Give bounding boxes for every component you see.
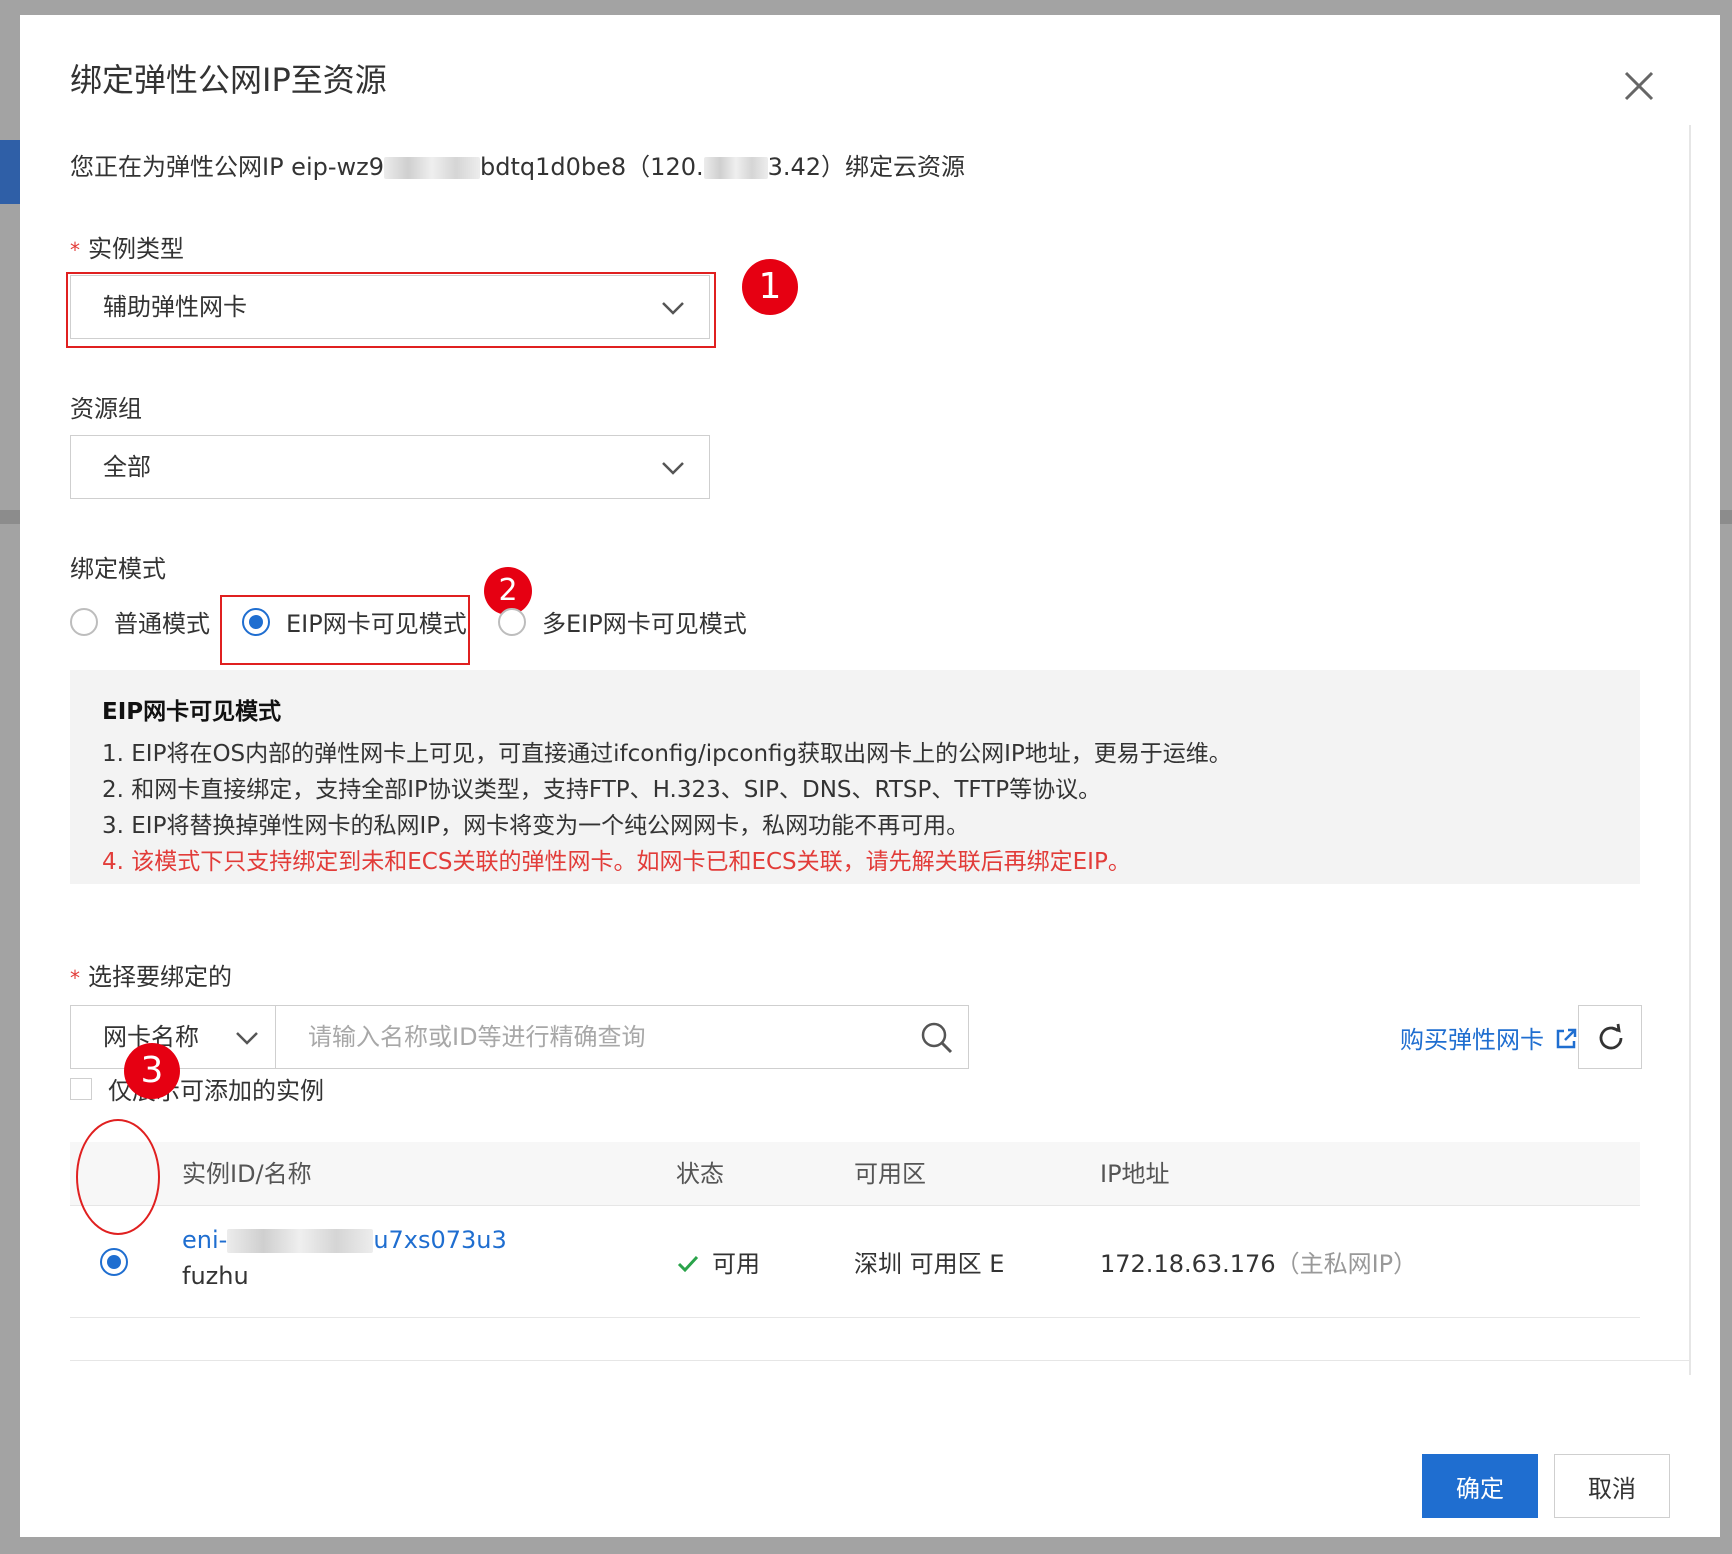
- ip-cell: 172.18.63.176（主私网IP）: [1100, 1244, 1417, 1279]
- dialog-body: 您正在为弹性公网IP eip-wz9 bdtq1d0be8（120. 3.42）绑定…: [66, 125, 1691, 1385]
- resource-group-label: 资源组: [70, 395, 142, 423]
- annotation-badge-3: 3: [124, 1043, 180, 1099]
- resource-group-value: 全部: [103, 453, 151, 481]
- eip-info-mid: bdtq1d0be8（120.: [480, 153, 704, 181]
- zone-cell: 深圳 可用区 E: [854, 1250, 1005, 1278]
- annotation-box-1: [66, 272, 716, 348]
- notice-line: 2. 和网卡直接绑定，支持全部IP协议类型，支持FTP、H.323、SIP、DN…: [102, 777, 1102, 803]
- bind-eip-dialog: 绑定弹性公网IP至资源 您正在为弹性公网IP eip-wz9 bdtq1d0be8…: [20, 15, 1720, 1537]
- refresh-icon: [1599, 1023, 1623, 1050]
- eip-info-text: 您正在为弹性公网IP eip-wz9 bdtq1d0be8（120. 3.42）绑定…: [70, 147, 965, 182]
- close-icon: [1624, 71, 1654, 101]
- table-bottom-border: [70, 1360, 1690, 1361]
- background-divider: [1720, 510, 1732, 524]
- search-input[interactable]: [275, 1005, 969, 1069]
- instance-id-prefix: eni-: [182, 1226, 228, 1254]
- redacted-blur: [384, 157, 481, 179]
- radio-label: 普通模式: [114, 610, 210, 638]
- mode-description-panel: EIP网卡可见模式 1. EIP将在OS内部的弹性网卡上可见，可直接通过ifco…: [70, 670, 1640, 884]
- checkbox-box: [70, 1077, 92, 1100]
- notice-warning: 4. 该模式下只支持绑定到未和ECS关联的弹性网卡。如网卡已和ECS关联，请先解…: [102, 849, 1131, 875]
- dialog-title: 绑定弹性公网IP至资源: [70, 61, 387, 99]
- background-divider: [0, 510, 22, 524]
- annotation-badge-1: 1: [742, 259, 798, 315]
- notice-line: 3. EIP将替换掉弹性网卡的私网IP，网卡将变为一个纯公网网卡，私网功能不再可…: [102, 813, 970, 839]
- instance-type-label: * 实例类型: [70, 229, 184, 264]
- eip-info-suffix: 3.42）绑定云资源: [767, 153, 966, 181]
- instance-type-label-text: 实例类型: [88, 235, 184, 263]
- chevron-down-icon: [236, 1032, 258, 1045]
- status-cell: 可用: [676, 1244, 760, 1279]
- only-addable-checkbox[interactable]: 仅展示可添加的实例: [70, 1071, 324, 1106]
- confirm-button[interactable]: 确定: [1422, 1454, 1538, 1518]
- column-header-zone: 可用区: [854, 1160, 926, 1188]
- radio-multi-eip-nic-visible-mode[interactable]: 多EIP网卡可见模式: [498, 604, 747, 639]
- annotation-ellipse-3: [76, 1119, 160, 1235]
- cancel-button[interactable]: 取消: [1554, 1454, 1670, 1518]
- status-text: 可用: [712, 1250, 760, 1278]
- ip-note: （主私网IP）: [1275, 1250, 1418, 1278]
- chevron-down-icon: [662, 462, 684, 475]
- select-target-label: * 选择要绑定的: [70, 957, 232, 992]
- eip-info-prefix: 您正在为弹性公网IP eip-wz9: [70, 153, 385, 181]
- radio-normal-mode[interactable]: 普通模式: [70, 604, 210, 639]
- radio-circle: [498, 607, 526, 636]
- external-link-icon: [1556, 1028, 1577, 1049]
- refresh-button[interactable]: [1578, 1005, 1642, 1069]
- buy-nic-link-text: 购买弹性网卡: [1400, 1026, 1544, 1054]
- required-mark: *: [70, 966, 80, 990]
- buy-nic-link[interactable]: 购买弹性网卡: [1400, 1020, 1578, 1055]
- redacted-blur: [703, 157, 768, 179]
- radio-label: 多EIP网卡可见模式: [542, 610, 747, 638]
- select-target-label-text: 选择要绑定的: [88, 963, 232, 991]
- column-header-instance: 实例ID/名称: [182, 1160, 312, 1188]
- bind-mode-label: 绑定模式: [70, 555, 166, 583]
- resource-group-select[interactable]: 全部: [70, 435, 710, 499]
- radio-circle: [70, 607, 98, 636]
- scroll-track[interactable]: [1689, 125, 1691, 1375]
- notice-line: 1. EIP将在OS内部的弹性网卡上可见，可直接通过ifconfig/ipcon…: [102, 741, 1232, 767]
- instance-name: fuzhu: [182, 1262, 249, 1290]
- close-button[interactable]: [1620, 67, 1658, 105]
- background-sidebar-tab: [0, 140, 22, 204]
- column-header-status: 状态: [676, 1160, 724, 1188]
- check-icon: [677, 1255, 699, 1273]
- search-icon[interactable]: [920, 1021, 954, 1055]
- required-mark: *: [70, 238, 80, 262]
- table-row[interactable]: eni-u7xs073u3 fuzhu 可用 深圳 可用区 E 172.18.6…: [70, 1206, 1640, 1318]
- notice-title: EIP网卡可见模式: [102, 699, 282, 725]
- instance-id-suffix: u7xs073u3: [373, 1226, 507, 1254]
- row-select-radio[interactable]: [100, 1248, 128, 1276]
- table-header: 实例ID/名称 状态 可用区 IP地址: [70, 1142, 1640, 1206]
- ip-address: 172.18.63.176: [1100, 1250, 1276, 1278]
- annotation-box-2: [220, 595, 470, 665]
- redacted-blur: [227, 1229, 374, 1253]
- instance-id-link[interactable]: eni-u7xs073u3: [182, 1226, 507, 1254]
- column-header-ip: IP地址: [1100, 1160, 1170, 1188]
